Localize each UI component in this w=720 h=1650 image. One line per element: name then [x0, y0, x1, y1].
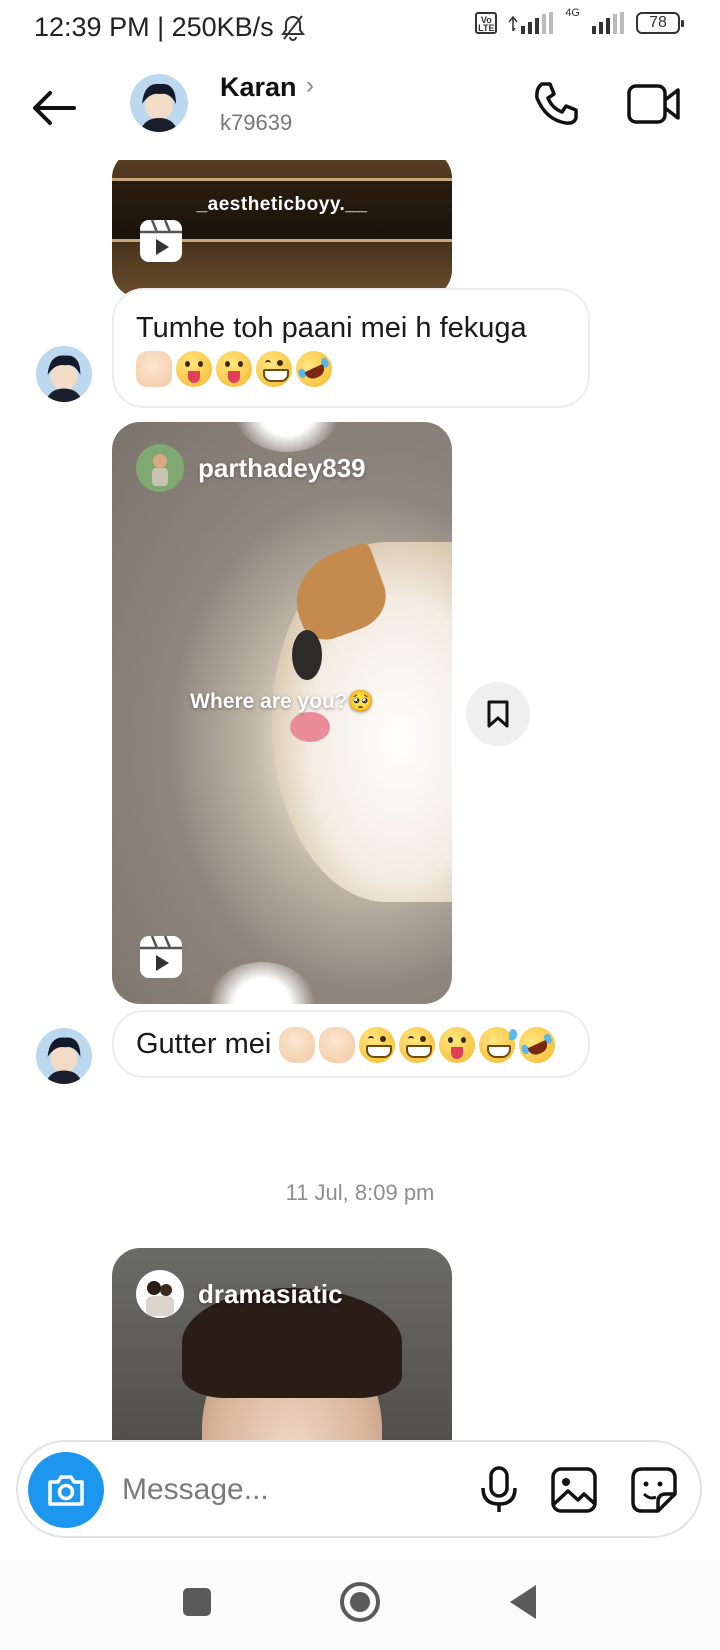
grinning-face-icon [359, 1027, 396, 1064]
microphone-icon [481, 1466, 517, 1512]
chat-header: Karan › k79639 [0, 58, 720, 158]
message-input[interactable] [122, 1462, 442, 1518]
camera-icon [48, 1475, 84, 1506]
network-type-label: 4G [565, 7, 580, 19]
message-text: Tumhe toh paani mei h fekuga [136, 312, 527, 344]
back-button[interactable] [28, 82, 80, 134]
cat-nose [290, 712, 330, 742]
anime-avatar-image [36, 1028, 92, 1084]
status-left: 12:39 PM | 250KB/s [34, 12, 306, 43]
signal-icon-1 [508, 12, 554, 34]
message-composer [16, 1440, 702, 1538]
message-timestamp: 11 Jul, 8:09 pm [285, 1180, 435, 1205]
message-bubble[interactable]: Tumhe toh paani mei h fekuga [112, 288, 590, 408]
grinning-sweat-face-icon [479, 1027, 518, 1064]
reel-author-username: parthadey839 [198, 452, 366, 483]
message-bubble[interactable]: Gutter mei [112, 1010, 590, 1078]
reel-icon [138, 218, 184, 264]
grinning-face-icon [256, 351, 292, 388]
signal-icon-2 [592, 12, 624, 34]
camera-button[interactable] [28, 1452, 104, 1528]
grinning-face-icon [399, 1027, 436, 1064]
phone-icon [535, 82, 578, 125]
message-text: Gutter mei [136, 1028, 272, 1060]
bookmark-icon [487, 700, 509, 728]
contact-name[interactable]: Karan [220, 72, 297, 103]
reel-caption-text: Where are you?🥺 [190, 690, 374, 713]
raised-hand-icon [319, 1027, 356, 1064]
video-camera-icon [627, 84, 680, 124]
light-glow [207, 962, 317, 1004]
system-navigation-bar [0, 1560, 720, 1650]
home-button[interactable] [340, 1582, 380, 1622]
gallery-button[interactable] [548, 1464, 600, 1516]
contact-handle: k79639 [220, 110, 293, 135]
voice-call-button[interactable] [528, 76, 584, 132]
sticker-icon [631, 1467, 677, 1513]
reel-author[interactable]: parthadey839 [136, 444, 366, 492]
contact-avatar[interactable] [130, 74, 188, 132]
reel-author-username: dramasiatic [198, 1278, 343, 1309]
reel-caption-text: _aestheticboyy.__ [196, 194, 368, 215]
shared-reel-partial[interactable]: _aestheticboyy.__ [112, 160, 452, 298]
volte-icon: Vo LTE [475, 12, 498, 34]
shared-reel[interactable]: dramasiatic [112, 1248, 452, 1440]
rolling-laughing-face-icon [290, 345, 338, 394]
reel-author-avatar [136, 1270, 184, 1318]
chevron-right-icon[interactable]: › [306, 72, 314, 100]
tongue-face-icon [216, 351, 252, 388]
battery-icon: 78 [636, 12, 684, 34]
rolling-laughing-face-icon [513, 1021, 562, 1070]
recent-apps-button[interactable] [183, 1588, 211, 1616]
status-time-speed: 12:39 PM | 250KB/s [34, 12, 274, 42]
shared-reel[interactable]: parthadey839 Where are you?🥺 [112, 422, 452, 1004]
save-reel-button[interactable] [466, 682, 530, 746]
reel-icon [138, 934, 184, 980]
bell-muted-icon [280, 14, 305, 41]
video-call-button[interactable] [626, 78, 682, 130]
reel-author-avatar [136, 444, 184, 492]
anime-avatar-image [36, 346, 92, 402]
system-back-button[interactable] [510, 1585, 536, 1619]
status-bar: 12:39 PM | 250KB/s Vo LTE 4G 78 [0, 0, 720, 56]
thumbs-up-icon [136, 351, 172, 388]
tongue-face-icon [176, 351, 212, 388]
anime-avatar-image [130, 74, 188, 132]
voice-message-button[interactable] [474, 1464, 524, 1516]
arrow-left-icon [33, 91, 76, 125]
status-right: Vo LTE 4G 78 [475, 7, 684, 34]
chat-thread[interactable]: _aestheticboyy.__ Tumhe toh paani mei h … [0, 160, 720, 1440]
sender-avatar[interactable] [36, 346, 92, 402]
sender-avatar[interactable] [36, 1028, 92, 1084]
raised-hand-icon [279, 1027, 316, 1064]
sticker-button[interactable] [628, 1464, 680, 1516]
cat-eye [292, 630, 322, 680]
reel-author[interactable]: dramasiatic [136, 1270, 343, 1318]
image-icon [551, 1467, 597, 1513]
tongue-face-icon [439, 1027, 476, 1064]
